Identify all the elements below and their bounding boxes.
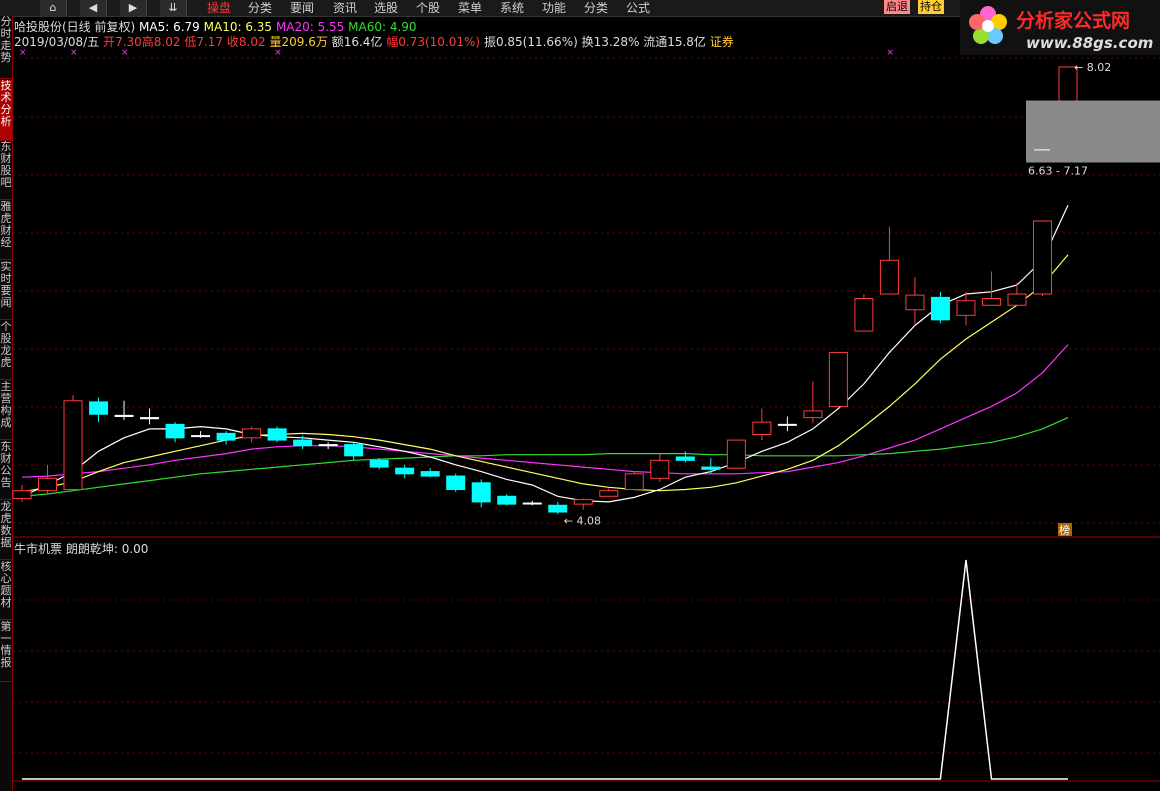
candle-body	[522, 502, 542, 505]
indicator-name: 朗朗乾坤: 0.00	[65, 542, 149, 556]
candle-body	[777, 423, 797, 426]
range-highlight-box	[1026, 100, 1160, 163]
candle-body	[216, 432, 236, 441]
candle-body	[624, 473, 644, 491]
candle-body	[140, 417, 160, 420]
close-label: 收	[226, 35, 239, 49]
amp-value: 振0.85(11.66%)	[483, 35, 578, 49]
candle-body	[191, 435, 211, 438]
candle-body	[12, 490, 32, 500]
candle-body	[701, 466, 721, 470]
high-value: 8.02	[153, 35, 181, 49]
candle-body	[369, 459, 389, 468]
indicator-title: 牛市机票	[14, 542, 63, 556]
candle-body	[803, 410, 823, 419]
chg-label: 幅	[386, 35, 399, 49]
amount-value: 16.4亿	[343, 35, 383, 49]
date-label: 2019/03/08/五	[14, 35, 100, 49]
indicator-header: 牛市机票 朗朗乾坤: 0.00	[14, 540, 148, 557]
low-value: 7.17	[196, 35, 224, 49]
low-annotation: ← 4.08	[564, 514, 601, 527]
bang-label: 榜	[1059, 523, 1070, 537]
marker-x: ×	[886, 48, 894, 58]
candle-body	[726, 439, 746, 469]
candle-body	[446, 475, 466, 491]
amount-label: 额	[331, 35, 344, 49]
close-value: 8.02	[238, 35, 266, 49]
high-annotation: ← 8.02	[1074, 61, 1111, 74]
low-label: 低	[184, 35, 197, 49]
ma60-label: MA60: 4.90	[348, 20, 417, 34]
open-value: 7.30	[115, 35, 142, 49]
ma20-line	[21, 344, 1069, 478]
candle-body	[930, 296, 950, 321]
ma10-line	[21, 254, 1069, 493]
indicator-line	[22, 559, 1068, 780]
candle-body	[828, 351, 848, 407]
stock-title: 哈投股份(日线 前复权)	[14, 20, 136, 34]
candle-body	[318, 444, 338, 447]
candle-body	[420, 471, 440, 477]
candle-body	[956, 300, 976, 316]
quote-line: 2019/03/08/五 开7.30高8.02 低7.17 收8.02 量209…	[14, 33, 734, 50]
candle-body	[497, 495, 517, 505]
candle-body	[854, 297, 874, 332]
candle-body	[63, 400, 83, 491]
ma10-label: MA10: 6.35	[203, 20, 273, 34]
ma5-line	[21, 204, 1069, 503]
vol-label: 量	[269, 35, 282, 49]
candle-body	[905, 294, 925, 311]
vol-value: 209.6万	[281, 35, 328, 49]
candle-body	[548, 504, 568, 513]
candle-body	[242, 428, 262, 439]
float-value: 流通15.8亿	[643, 35, 706, 49]
candle-body	[1032, 220, 1052, 295]
high-label: 高	[141, 35, 154, 49]
candle-body	[114, 414, 134, 417]
candle-body	[573, 499, 593, 505]
candle-body	[471, 482, 491, 503]
candle-body	[981, 297, 1001, 306]
candle-body	[1007, 293, 1027, 306]
ma20-label: MA20: 5.55	[275, 20, 345, 34]
candle-body	[752, 421, 772, 435]
candle-body	[395, 467, 415, 475]
candle-body	[165, 423, 185, 439]
chg-value: 0.73(10.01%)	[398, 35, 481, 49]
candle-body	[879, 259, 899, 295]
sector-label: 证券	[709, 35, 734, 49]
candle-body	[293, 439, 313, 447]
candle-body	[38, 477, 58, 492]
candle-body	[267, 428, 287, 441]
candle-body	[675, 456, 695, 461]
range-annotation: 6.63 - 7.17	[1028, 165, 1088, 178]
candle-body	[344, 444, 364, 457]
open-label: 开	[103, 35, 116, 49]
candle-body	[599, 490, 619, 497]
candle-body	[89, 401, 109, 415]
turnover-value: 换13.28%	[581, 35, 640, 49]
candle-body	[650, 459, 670, 479]
ma5-label: MA5: 6.79	[139, 20, 200, 34]
kline-chart: × × × × ×← 8.02← 4.086.63 - 7.17榜	[12, 48, 1160, 782]
